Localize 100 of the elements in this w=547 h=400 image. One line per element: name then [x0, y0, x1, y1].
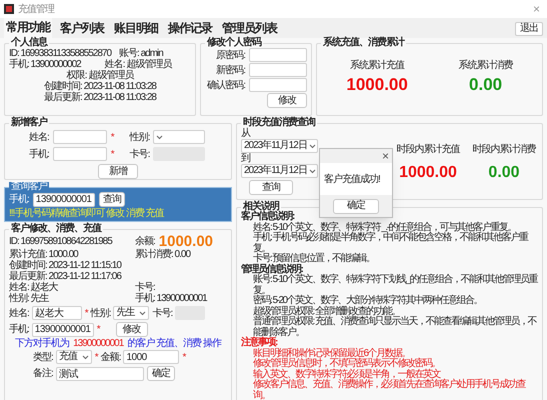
label-text: 累计充值: 1000.00: [9, 249, 80, 260]
tab[interactable]: 客户列表: [58, 18, 106, 38]
label-text: 创建时间: 2023-11-12 11:15:10: [9, 260, 121, 271]
required-mark: *: [96, 324, 100, 335]
group-title: 新增客户: [10, 118, 48, 128]
note-line: 姓名: 5-10个英文、数字、特殊字符 _.-的任意组合，可与其他客户重复。: [253, 222, 516, 232]
gender-dropdown[interactable]: [153, 130, 206, 144]
label-text: 账号: admin: [119, 48, 163, 59]
label-text: 备注:: [33, 368, 53, 379]
label-text: 姓名:: [9, 308, 29, 318]
type-dropdown[interactable]: 充值: [56, 350, 92, 364]
chevron-down-icon: [156, 134, 164, 140]
label-text: 姓名: 赵老大: [9, 282, 59, 293]
note-line: 账号: 5-10个英文、数字、特殊字符下划线_的任意组合，不能和其他管理员重复。: [253, 274, 538, 296]
required-mark: *: [110, 148, 114, 160]
label-text: 最后更新: 2023-11-12 11:17:06: [9, 271, 121, 282]
tab[interactable]: 操作记录: [166, 18, 214, 38]
label-text: 性别:: [90, 308, 110, 318]
password-field[interactable]: [249, 48, 307, 62]
label-text: 手机:: [29, 148, 49, 160]
label-text: ID: 16993831133588552870: [9, 48, 112, 59]
notice-text: 的客户 充值、消费 操作: [127, 338, 221, 349]
phone-field[interactable]: [52, 147, 107, 161]
chevron-down-icon: [308, 168, 316, 174]
date-picker[interactable]: 2023年11月12日: [241, 164, 318, 178]
note-line: 输入英文、数字特殊字符必须是半角，一般在英文: [253, 368, 440, 380]
group-title: 客户修改、消费、充值: [10, 224, 102, 234]
button[interactable]: 查询: [98, 192, 125, 207]
label-text: 手机: 13900000001: [135, 293, 207, 304]
chevron-down-icon: [82, 354, 89, 360]
name-field[interactable]: [52, 130, 107, 144]
label-text: 金额:: [100, 352, 120, 362]
button[interactable]: 新增: [98, 164, 138, 179]
section-heading: 注意事项:: [241, 337, 277, 348]
label-text: 手机: 13900000002: [9, 59, 81, 70]
note-line: 密码: 5-20个英文、数字、大部分特殊字符其中两种任意组合。: [253, 295, 482, 306]
label-text: 手机:: [9, 324, 29, 335]
tab[interactable]: 管理员列表: [220, 18, 279, 38]
phone-field[interactable]: 13900000001: [32, 192, 95, 206]
phone-field[interactable]: 13900000001: [32, 322, 94, 336]
ok-button[interactable]: 确定: [333, 198, 379, 214]
notice-text: 13900000001: [73, 338, 124, 349]
note-line: 手机: 手机号码必须都是半角数字，中间不能包含空格，不能和其他客户重复。: [253, 232, 528, 254]
label-text: 创建时间: 2023-11-08 11:03:28: [44, 81, 156, 92]
hint-text: !!!手机号码精确查询即可 修改 消费 充值: [9, 208, 164, 219]
app-icon: [4, 4, 14, 14]
label-text: 姓名: 超级管理员: [104, 59, 172, 70]
query-button[interactable]: 查询: [249, 180, 293, 195]
button[interactable]: 修改: [116, 322, 148, 337]
chevron-down-icon: [308, 144, 316, 148]
label-text: 权限: 超级管理员: [66, 70, 134, 81]
note-line: 修改管理员信息时，不填写密码表示不修改密码。: [253, 358, 440, 369]
label-text: 类型:: [33, 352, 53, 362]
note-line: 修改客户信息、充值、消费操作，必须首先在查询客户处用手机号成功查询。: [253, 379, 525, 400]
remark-field[interactable]: 测试: [56, 366, 144, 380]
password-field[interactable]: [249, 78, 307, 92]
stat-label: 时段内累计充值: [396, 144, 460, 155]
stat-value: 1000.00: [346, 75, 408, 95]
label-text: 性别:: [130, 132, 150, 142]
note-line: 普通管理员权限: 充值、消费查询只显示当天，不能查看编辑其他管理员，不能删除客户。: [253, 316, 536, 338]
label-text: 余额:: [135, 234, 155, 248]
section-heading: 客户信息说明:: [241, 211, 294, 222]
name-field[interactable]: 赵老大: [32, 306, 82, 320]
label-text: 最后更新: 2023-11-08 11:03:28: [44, 92, 156, 103]
group-title: 查询客户: [9, 182, 49, 192]
gender-dropdown[interactable]: 先生: [113, 306, 150, 320]
password-field[interactable]: [249, 63, 307, 77]
label-text: 原密码:: [216, 50, 245, 60]
tab[interactable]: 账目明细: [112, 18, 160, 38]
label-text: 新密码:: [216, 64, 245, 76]
balance-value: 1000.00: [158, 234, 214, 249]
label-text: 姓名:: [29, 132, 49, 142]
date-picker[interactable]: 2023年11月12日: [241, 139, 318, 153]
close-icon: ×: [528, 4, 543, 14]
stat-value: 0.00: [469, 75, 502, 95]
note-line: 卡号: 预留信息位置，不能编辑。: [253, 253, 375, 264]
notice-text: 下方对手机为: [15, 338, 70, 349]
label-text: 累计消费: 0.00: [135, 249, 190, 260]
tab[interactable]: 常用功能: [4, 18, 52, 38]
group-title: 个人信息: [10, 38, 48, 48]
label-text: 卡号:: [130, 148, 150, 160]
logout-button[interactable]: 退出: [515, 22, 543, 36]
stat-label: 时段内累计消费: [472, 144, 536, 155]
label-text: 从: [241, 128, 252, 139]
stat-label: 系统累计消费: [458, 60, 513, 71]
group-title: 时段充值消费查询: [243, 118, 316, 128]
dialog-message: 客户充值成功!: [324, 174, 380, 184]
label-text: 卡号:: [152, 308, 172, 318]
group-title: 修改个人密码: [206, 38, 262, 48]
label-text: 性别: 先生: [9, 293, 50, 304]
required-mark: *: [182, 352, 186, 362]
button[interactable]: 修改: [267, 93, 307, 108]
amount-field[interactable]: 1000: [123, 350, 180, 364]
button[interactable]: 确定: [146, 366, 175, 381]
chevron-down-icon: [139, 310, 146, 316]
required-mark: *: [84, 308, 88, 318]
section-heading: 管理员信息说明:: [241, 264, 302, 274]
group-title: 相关说明: [242, 202, 280, 212]
note-line: 账目明细和操作记录保留最近6个月数据。: [253, 348, 410, 358]
close-icon: ×: [382, 149, 388, 163]
